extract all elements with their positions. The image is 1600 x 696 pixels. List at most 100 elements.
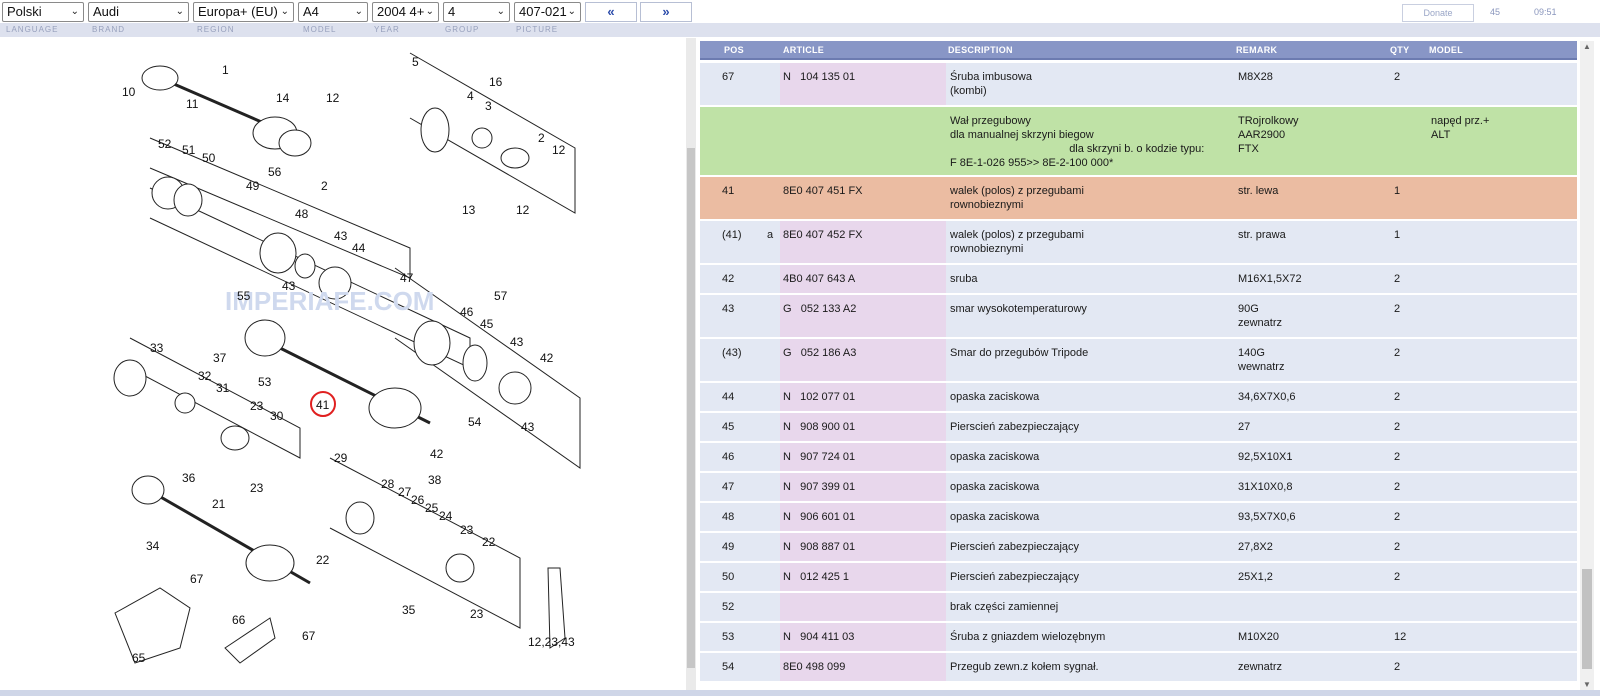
- table-row[interactable]: 54 8E0 498 099 Przegub zewn.z kołem sygnał…: [700, 653, 1577, 683]
- svg-text:66: 66: [232, 613, 246, 627]
- row-description: walek (polos) z przegubami rownobieznymi: [950, 185, 1084, 211]
- scroll-up-icon[interactable]: ▲: [1583, 42, 1591, 51]
- svg-text:28: 28: [381, 477, 395, 491]
- chevron-down-icon: ⌄: [70, 6, 79, 17]
- svg-text:36: 36: [182, 471, 196, 485]
- row-pos: 52: [722, 601, 735, 613]
- row-article[interactable]: N 906 601 01: [783, 510, 855, 524]
- svg-text:2: 2: [538, 131, 545, 145]
- model-select[interactable]: A4 ⌄: [298, 2, 368, 22]
- svg-text:65: 65: [132, 651, 146, 665]
- table-row[interactable]: 48 N 906 601 01 opaska zaciskowa 93,5X7X0,6…: [700, 503, 1577, 533]
- header-qty[interactable]: QTY: [1390, 45, 1409, 55]
- region-select[interactable]: Europa+ (EU) ⌄: [193, 2, 294, 22]
- row-article[interactable]: N 908 887 01: [783, 540, 855, 554]
- parts-diagram[interactable]: IMPERIAFE.COM 1 10 11 14 12 2 5 16 4 3 2 12 13 12…: [0, 38, 686, 690]
- chevron-down-icon: ⌄: [567, 6, 576, 17]
- table-scrollbar[interactable]: ▲ ▼: [1580, 41, 1594, 690]
- svg-text:50: 50: [202, 151, 216, 165]
- svg-text:23: 23: [470, 607, 484, 621]
- row-pos: 42: [722, 273, 735, 285]
- scroll-down-icon[interactable]: ▼: [1583, 680, 1591, 689]
- picture-select[interactable]: 407-021 ⌄: [514, 2, 581, 22]
- row-article[interactable]: 8E0 407 452 FX: [783, 228, 863, 242]
- row-article[interactable]: N 907 724 01: [783, 450, 855, 464]
- scrollbar-thumb[interactable]: [687, 148, 695, 668]
- svg-text:37: 37: [213, 351, 227, 365]
- svg-text:12,23,43: 12,23,43: [528, 635, 575, 649]
- group-select[interactable]: 4 ⌄: [443, 2, 510, 22]
- header-model[interactable]: MODEL: [1429, 45, 1463, 55]
- table-row[interactable]: 49 N 908 887 01 Pierscień zabezpieczający 2…: [700, 533, 1577, 563]
- svg-text:23: 23: [250, 481, 264, 495]
- brand-value: Audi: [93, 4, 120, 19]
- table-row[interactable]: 53 N 904 411 03 Śruba z gniazdem wielozębn…: [700, 623, 1577, 653]
- row-description: brak części zamiennej: [950, 601, 1059, 613]
- table-row[interactable]: 50 N 012 425 1 Pierscień zabezpieczający 25…: [700, 563, 1577, 593]
- row-pos: 48: [722, 511, 735, 523]
- table-row[interactable]: 43 G 052 133 A2 smar wysokotemperaturowy 90…: [700, 295, 1577, 339]
- svg-text:56: 56: [268, 165, 282, 179]
- watermark-text: IMPERIAFE.COM: [225, 286, 434, 316]
- row-article[interactable]: G 052 133 A2: [783, 302, 856, 316]
- model-value: A4: [303, 4, 319, 19]
- row-article[interactable]: 8E0 407 451 FX: [783, 184, 863, 198]
- svg-text:26: 26: [411, 493, 425, 507]
- row-remark: str. prawa: [1238, 229, 1286, 241]
- row-article[interactable]: G 052 186 A3: [783, 346, 856, 360]
- row-remark: 92,5X10X1: [1238, 451, 1293, 463]
- brand-label: BRAND: [92, 25, 126, 34]
- row-qty: 1: [1394, 229, 1401, 241]
- svg-text:51: 51: [182, 143, 196, 157]
- row-article[interactable]: 8E0 498 099: [783, 660, 845, 674]
- year-select[interactable]: 2004 4+ ⌄: [372, 2, 439, 22]
- row-description: opaska zaciskowa: [950, 451, 1040, 463]
- table-row[interactable]: Wał przegubowy dla manualnej skrzyni bie…: [700, 107, 1577, 177]
- svg-text:42: 42: [540, 351, 554, 365]
- table-row[interactable]: 45 N 908 900 01 Pierscień zabezpieczający 2…: [700, 413, 1577, 443]
- table-row[interactable]: (41) a 8E0 407 452 FX walek (polos) z przeg…: [700, 221, 1577, 265]
- row-remark: 27,8X2: [1238, 541, 1273, 553]
- header-pos[interactable]: POS: [724, 45, 744, 55]
- header-description[interactable]: DESCRIPTION: [948, 45, 1013, 55]
- svg-text:13: 13: [462, 203, 476, 217]
- chevron-down-icon: ⌄: [496, 6, 505, 17]
- row-pos: 67: [722, 71, 735, 83]
- picture-label: PICTURE: [516, 25, 559, 34]
- row-qty: 2: [1394, 481, 1401, 493]
- svg-text:30: 30: [270, 409, 284, 423]
- table-row[interactable]: 47 N 907 399 01 opaska zaciskowa 31X10X0,8 2: [700, 473, 1577, 503]
- table-row[interactable]: (43) G 052 186 A3 Smar do przegubów Tripod…: [700, 339, 1577, 383]
- row-article[interactable]: 4B0 407 643 A: [783, 272, 855, 286]
- row-article[interactable]: N 908 900 01: [783, 420, 855, 434]
- table-row[interactable]: 42 4B0 407 643 A sruba M16X1,5X72 2: [700, 265, 1577, 295]
- svg-text:54: 54: [468, 415, 482, 429]
- language-select[interactable]: Polski ⌄: [2, 2, 84, 22]
- diagram-scrollbar[interactable]: [686, 38, 696, 690]
- table-row[interactable]: 46 N 907 724 01 opaska zaciskowa 92,5X10X1 2: [700, 443, 1577, 473]
- table-row[interactable]: 52 brak części zamiennej: [700, 593, 1577, 623]
- row-description: Pierscień zabezpieczający: [950, 541, 1080, 553]
- previous-picture-button[interactable]: «: [585, 2, 637, 22]
- row-article[interactable]: N 102 077 01: [783, 390, 855, 404]
- scrollbar-thumb[interactable]: [1582, 569, 1592, 669]
- donate-button[interactable]: Donate: [1402, 4, 1474, 22]
- svg-text:12: 12: [552, 143, 566, 157]
- row-article[interactable]: N 907 399 01: [783, 480, 855, 494]
- language-label: LANGUAGE: [6, 25, 59, 34]
- row-article[interactable]: N 104 135 01: [783, 70, 855, 84]
- table-row[interactable]: 44 N 102 077 01 opaska zaciskowa 34,6X7X0,6…: [700, 383, 1577, 413]
- brand-select[interactable]: Audi ⌄: [88, 2, 189, 22]
- picture-value: 407-021: [519, 4, 567, 19]
- table-row[interactable]: 67 N 104 135 01 Śruba imbusowa (kombi) M8X2…: [700, 63, 1577, 107]
- row-article[interactable]: N 012 425 1: [783, 570, 849, 584]
- table-row[interactable]: 41 8E0 407 451 FX walek (polos) z przeguba…: [700, 177, 1577, 221]
- row-article[interactable]: N 904 411 03: [783, 630, 854, 644]
- next-picture-button[interactable]: »: [640, 2, 692, 22]
- svg-text:14: 14: [276, 91, 290, 105]
- row-pos: 46: [722, 451, 735, 463]
- header-article[interactable]: ARTICLE: [783, 45, 824, 55]
- svg-text:44: 44: [352, 241, 366, 255]
- svg-text:22: 22: [316, 553, 330, 567]
- header-remark[interactable]: REMARK: [1236, 45, 1277, 55]
